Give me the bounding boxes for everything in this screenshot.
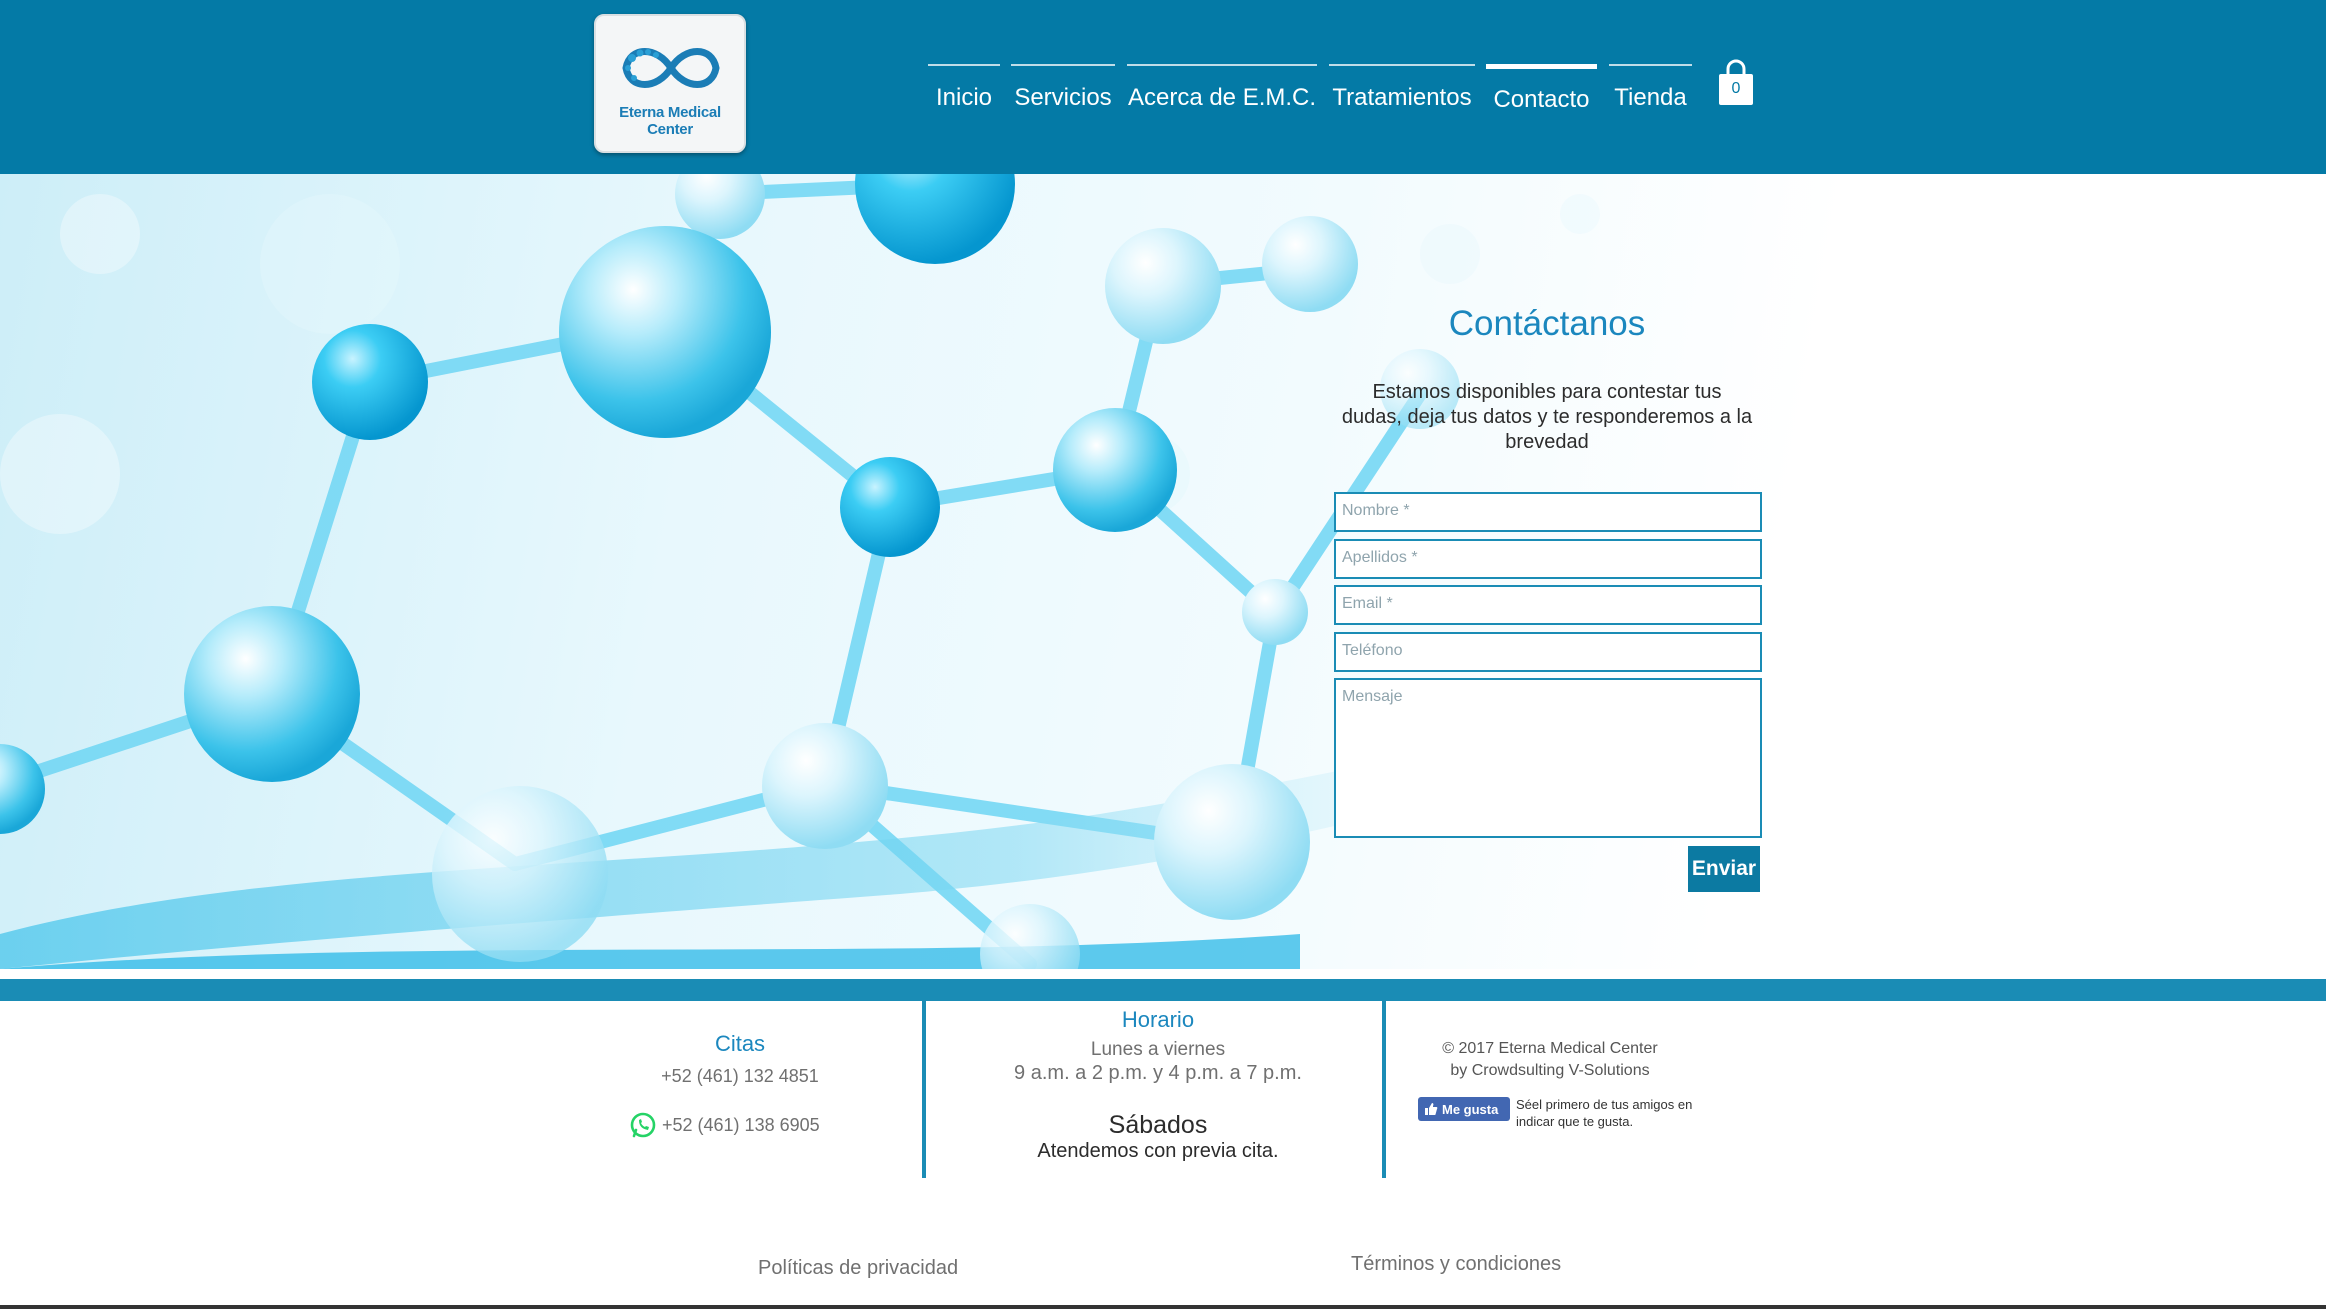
facebook-like-label: Me gusta [1442, 1101, 1499, 1117]
nav-item-tienda[interactable]: Tienda [1609, 64, 1692, 114]
message-field[interactable]: Mensaje [1334, 678, 1762, 838]
contact-description-line-2: dudas, deja tus datos y te responderemos… [1341, 406, 1753, 428]
email-field[interactable]: Email * [1334, 585, 1762, 625]
nav-item-servicios[interactable]: Servicios [1011, 64, 1115, 114]
footer-gap [0, 969, 2326, 979]
citas-phone-1[interactable]: +52 (461) 132 4851 [640, 1066, 840, 1087]
nav-item-contacto[interactable]: Contacto [1486, 64, 1597, 114]
copyright-text: © 2017 Eterna Medical Center [1442, 1040, 1658, 1057]
cart-button[interactable]: 0 [1716, 58, 1756, 108]
send-button[interactable]: Enviar [1688, 846, 1760, 892]
footer-divider-2 [1382, 1001, 1386, 1178]
horario-saturday-title: Sábados [1108, 1111, 1208, 1139]
footer-divider-1 [922, 1001, 926, 1178]
contact-title: Contáctanos [1448, 304, 1646, 343]
phone-field[interactable]: Teléfono [1334, 632, 1762, 672]
bottom-rule [0, 1305, 2326, 1309]
facebook-like-button[interactable]: Me gusta [1418, 1097, 1510, 1121]
cart-count: 0 [1731, 80, 1741, 97]
horario-title: Horario [1121, 1007, 1195, 1032]
contact-description-line-1: Estamos disponibles para contestar tus [1372, 381, 1722, 403]
citas-phone-2[interactable]: +52 (461) 138 6905 [662, 1115, 842, 1136]
logo-text: Eterna Medical Center [619, 104, 721, 138]
citas-title: Citas [714, 1031, 766, 1056]
whatsapp-icon [630, 1112, 656, 1138]
site-logo[interactable]: Eterna Medical Center [594, 14, 746, 153]
nav-item-tratamientos[interactable]: Tratamientos [1329, 64, 1475, 114]
contact-description: Estamos disponibles para contestar tus d… [1332, 380, 1762, 455]
terms-link[interactable]: Términos y condiciones [1351, 1253, 1561, 1276]
site-header: Eterna Medical Center Inicio Servicios A… [0, 0, 2326, 174]
nav-item-acerca[interactable]: Acerca de E.M.C. [1127, 64, 1317, 114]
molecule-background-image [0, 174, 1700, 969]
horario-weekday-hours: 9 a.m. a 2 p.m. y 4 p.m. a 7 p.m. [1014, 1062, 1302, 1084]
facebook-like-text: Séel primero de tus amigos en indicar qu… [1516, 1097, 1693, 1129]
infinity-logo-icon [622, 48, 720, 88]
thumbs-up-icon [1425, 1103, 1438, 1115]
name-field[interactable]: Nombre * [1334, 492, 1762, 532]
contact-description-line-3: brevedad [1505, 431, 1589, 453]
horario-weekdays: Lunes a viernes [1090, 1039, 1226, 1060]
privacy-link[interactable]: Políticas de privacidad [758, 1257, 958, 1280]
horario-saturday-note: Atendemos con previa cita. [1037, 1140, 1279, 1162]
footer-band [0, 979, 2326, 1001]
credits-text[interactable]: by Crowdsulting V-Solutions [1440, 1062, 1660, 1080]
nav-item-inicio[interactable]: Inicio [928, 64, 1000, 114]
hero-banner [0, 174, 2326, 969]
lastname-field[interactable]: Apellidos * [1334, 539, 1762, 579]
